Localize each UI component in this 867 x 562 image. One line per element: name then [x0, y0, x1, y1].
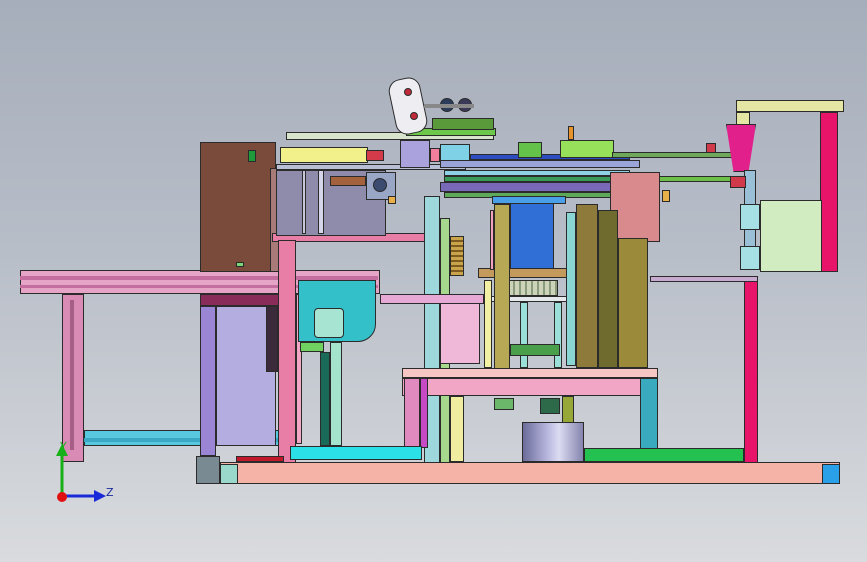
orange-pin — [568, 126, 574, 140]
under-frame-foot — [196, 456, 220, 484]
hopper-red-clip — [730, 176, 746, 188]
olive-panel-column — [494, 204, 510, 370]
olive-panel-left — [576, 204, 598, 368]
hopper-funnel — [726, 124, 756, 172]
drive-gear-1 — [494, 398, 514, 410]
main-frame-left-post — [278, 240, 296, 464]
mechanism-top-plate — [440, 160, 640, 168]
base-end-left — [220, 464, 238, 484]
green-block-2 — [518, 142, 542, 158]
hopper-block-cyan-2 — [740, 246, 760, 270]
long-rod — [612, 152, 740, 158]
teal-chute-window — [314, 308, 344, 338]
guide-clamp — [510, 344, 560, 356]
under-frame-maroon — [200, 294, 280, 306]
swing-arm-hole-2 — [410, 112, 418, 120]
roller-shaft — [424, 104, 474, 108]
chute-post-2 — [330, 342, 342, 446]
z-axis-arrowhead — [94, 490, 106, 502]
green-floor-bar — [584, 448, 744, 462]
gear-band — [508, 280, 558, 296]
base-cyan-strip — [290, 446, 422, 460]
cyan-post-right — [566, 212, 576, 366]
green-block — [560, 140, 614, 158]
lower-table-leg-yellow — [450, 396, 464, 462]
back-cabinet — [200, 142, 276, 272]
vertical-rod-2 — [302, 170, 306, 234]
purple-block — [400, 140, 430, 168]
guide-rod-cyan — [520, 302, 528, 368]
hopper-block-cyan — [740, 204, 760, 230]
blue-column-cap — [492, 196, 566, 204]
right-frame-beam — [650, 276, 758, 282]
pink-subbox — [440, 294, 480, 364]
base-red-strip — [236, 456, 284, 462]
hopper-frame-top — [736, 100, 844, 112]
blue-column — [510, 202, 554, 270]
right-frame-post — [744, 280, 758, 464]
guide-rod-left — [484, 280, 492, 368]
cad-viewport[interactable]: Y Z — [0, 0, 867, 562]
swing-arm-hole — [404, 88, 412, 96]
rod-end-red — [706, 143, 716, 153]
drive-gear-2 — [540, 398, 560, 414]
guide-rod-cyan-2 — [554, 302, 562, 368]
cylinder-bar — [276, 164, 466, 170]
chute-green-tab — [300, 342, 324, 352]
lower-table-leg-left-2 — [420, 378, 428, 448]
pink-hatch — [490, 210, 494, 270]
roller-plate — [432, 118, 494, 130]
z-axis-label: Z — [106, 486, 114, 499]
cabinet-green-chip — [236, 262, 244, 267]
conveyor-leg-slot — [70, 300, 74, 450]
olive-panel-mid — [598, 210, 618, 368]
base-end-right — [822, 464, 840, 484]
under-frame-purple — [200, 306, 216, 456]
cabinet-green-knob — [248, 150, 256, 162]
under-frame-dark — [266, 306, 278, 372]
bearing-core — [373, 178, 387, 192]
spring — [450, 236, 464, 276]
hopper-frame-red — [820, 112, 838, 272]
vertical-rod-1 — [318, 170, 324, 234]
olive-panel-right — [618, 238, 648, 368]
lower-table-top — [402, 368, 658, 378]
bearing-nut — [388, 196, 396, 204]
pink-knob — [430, 148, 440, 162]
x-axis-dot — [57, 492, 67, 502]
y-axis-label: Y — [60, 440, 67, 453]
chute-post — [320, 352, 330, 446]
hopper-motor — [760, 200, 822, 272]
motor-drum — [522, 422, 584, 462]
salmon-box-nut — [662, 190, 670, 202]
coordinate-triad: Y Z — [40, 438, 120, 518]
lower-table-leg-left — [404, 378, 420, 448]
yellow-cylinder-end — [366, 150, 384, 161]
rail-purple — [440, 182, 616, 192]
base-plate — [220, 462, 840, 484]
pink-subbox-bar — [380, 294, 484, 304]
yellow-cylinder — [280, 147, 368, 163]
lower-table-trim — [402, 378, 658, 396]
brown-rod — [330, 176, 366, 186]
triad-arrows — [56, 444, 106, 502]
